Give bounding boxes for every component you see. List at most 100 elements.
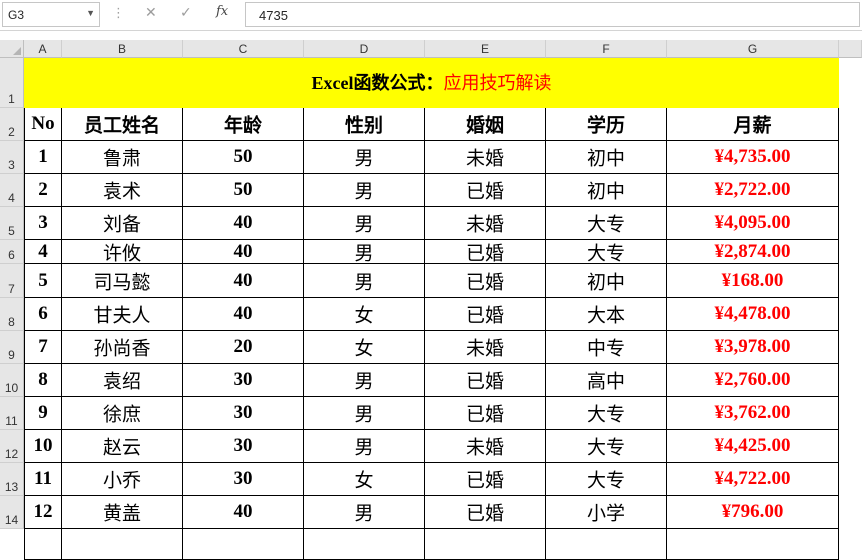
row-header-1[interactable]: 1 bbox=[0, 58, 24, 108]
cell-no[interactable]: 11 bbox=[24, 463, 62, 496]
column-header-e[interactable]: E bbox=[425, 40, 546, 58]
cell-marital[interactable]: 已婚 bbox=[425, 463, 546, 496]
cell-education[interactable]: 大专 bbox=[546, 463, 667, 496]
cell-salary[interactable]: ¥2,722.00 bbox=[667, 174, 839, 207]
row-header-8[interactable]: 8 bbox=[0, 298, 24, 331]
header-cell-gender[interactable]: 性别 bbox=[304, 108, 425, 141]
cell-education[interactable]: 初中 bbox=[546, 174, 667, 207]
cell-age[interactable]: 40 bbox=[183, 496, 304, 529]
cell-gender[interactable]: 男 bbox=[304, 174, 425, 207]
cell-marital[interactable]: 未婚 bbox=[425, 331, 546, 364]
header-cell-marital[interactable]: 婚姻 bbox=[425, 108, 546, 141]
cell-name[interactable]: 甘夫人 bbox=[62, 298, 183, 331]
row-header-9[interactable]: 9 bbox=[0, 331, 24, 364]
cell-gender[interactable]: 女 bbox=[304, 331, 425, 364]
cell-gender[interactable]: 男 bbox=[304, 496, 425, 529]
cell-marital[interactable]: 已婚 bbox=[425, 240, 546, 264]
cell-age[interactable]: 20 bbox=[183, 331, 304, 364]
header-cell-salary[interactable]: 月薪 bbox=[667, 108, 839, 141]
formula-input[interactable]: 4735 bbox=[245, 2, 860, 27]
check-icon[interactable]: ✓ bbox=[180, 5, 192, 19]
cell-no[interactable]: 5 bbox=[24, 264, 62, 298]
cell-no[interactable]: 12 bbox=[24, 496, 62, 529]
cell-name[interactable]: 刘备 bbox=[62, 207, 183, 240]
cell-education[interactable]: 初中 bbox=[546, 264, 667, 298]
column-header-g[interactable]: G bbox=[667, 40, 839, 58]
row-header-11[interactable]: 11 bbox=[0, 397, 24, 430]
row-header-4[interactable]: 4 bbox=[0, 174, 24, 207]
cell-gender[interactable]: 男 bbox=[304, 364, 425, 397]
column-header-c[interactable]: C bbox=[183, 40, 304, 58]
row-header-14[interactable]: 14 bbox=[0, 496, 24, 529]
cell-gender[interactable]: 男 bbox=[304, 397, 425, 430]
cell-marital[interactable]: 已婚 bbox=[425, 174, 546, 207]
cell-no[interactable]: 6 bbox=[24, 298, 62, 331]
header-cell-name[interactable]: 员工姓名 bbox=[62, 108, 183, 141]
cell-gender[interactable]: 女 bbox=[304, 463, 425, 496]
cell-marital[interactable]: 已婚 bbox=[425, 364, 546, 397]
cell-salary[interactable]: ¥4,095.00 bbox=[667, 207, 839, 240]
cell-salary[interactable]: ¥796.00 bbox=[667, 496, 839, 529]
row-header-5[interactable]: 5 bbox=[0, 207, 24, 240]
cell-gender[interactable]: 男 bbox=[304, 141, 425, 174]
cell-gender[interactable]: 男 bbox=[304, 264, 425, 298]
cell-age[interactable]: 30 bbox=[183, 430, 304, 463]
cell-row-13-age[interactable] bbox=[183, 529, 304, 560]
name-box[interactable]: G3 ▼ bbox=[2, 2, 100, 27]
cell-no[interactable]: 7 bbox=[24, 331, 62, 364]
column-header-a[interactable]: A bbox=[24, 40, 62, 58]
sheet-title[interactable]: Excel函数公式：应用技巧解读 bbox=[24, 58, 839, 108]
cell-education[interactable]: 小学 bbox=[546, 496, 667, 529]
cell-education[interactable]: 中专 bbox=[546, 331, 667, 364]
cell-no[interactable]: 8 bbox=[24, 364, 62, 397]
cell-gender[interactable]: 女 bbox=[304, 298, 425, 331]
header-cell-age[interactable]: 年龄 bbox=[183, 108, 304, 141]
header-cell-education[interactable]: 学历 bbox=[546, 108, 667, 141]
cell-salary[interactable]: ¥4,425.00 bbox=[667, 430, 839, 463]
cell-salary[interactable]: ¥3,762.00 bbox=[667, 397, 839, 430]
cell-gender[interactable]: 男 bbox=[304, 207, 425, 240]
cell-salary[interactable]: ¥2,760.00 bbox=[667, 364, 839, 397]
cell-age[interactable]: 30 bbox=[183, 463, 304, 496]
cell-salary[interactable]: ¥4,478.00 bbox=[667, 298, 839, 331]
cell-no[interactable]: 4 bbox=[24, 240, 62, 264]
cell-row-13-gender[interactable] bbox=[304, 529, 425, 560]
row-header-12[interactable]: 12 bbox=[0, 430, 24, 463]
cell-row-13-education[interactable] bbox=[546, 529, 667, 560]
cell-row-13-marital[interactable] bbox=[425, 529, 546, 560]
cell-name[interactable]: 徐庶 bbox=[62, 397, 183, 430]
cell-education[interactable]: 大专 bbox=[546, 397, 667, 430]
cell-name[interactable]: 司马懿 bbox=[62, 264, 183, 298]
row-header-2[interactable]: 2 bbox=[0, 108, 24, 141]
cell-age[interactable]: 40 bbox=[183, 298, 304, 331]
cell-salary[interactable]: ¥4,722.00 bbox=[667, 463, 839, 496]
cell-no[interactable]: 1 bbox=[24, 141, 62, 174]
cell-name[interactable]: 孙尚香 bbox=[62, 331, 183, 364]
row-header-3[interactable]: 3 bbox=[0, 141, 24, 174]
cell-marital[interactable]: 未婚 bbox=[425, 141, 546, 174]
cell-name[interactable]: 袁术 bbox=[62, 174, 183, 207]
cell-name[interactable]: 袁绍 bbox=[62, 364, 183, 397]
cell-education[interactable]: 大本 bbox=[546, 298, 667, 331]
cell-name[interactable]: 鲁肃 bbox=[62, 141, 183, 174]
cell-education[interactable]: 初中 bbox=[546, 141, 667, 174]
cell-gender[interactable]: 男 bbox=[304, 240, 425, 264]
column-header-h[interactable] bbox=[839, 40, 862, 58]
row-header-6[interactable]: 6 bbox=[0, 240, 24, 264]
cell-salary[interactable]: ¥168.00 bbox=[667, 264, 839, 298]
cell-age[interactable]: 50 bbox=[183, 141, 304, 174]
cell-marital[interactable]: 已婚 bbox=[425, 298, 546, 331]
cell-marital[interactable]: 已婚 bbox=[425, 397, 546, 430]
cell-age[interactable]: 30 bbox=[183, 397, 304, 430]
cell-marital[interactable]: 已婚 bbox=[425, 264, 546, 298]
row-header-10[interactable]: 10 bbox=[0, 364, 24, 397]
cell-education[interactable]: 高中 bbox=[546, 364, 667, 397]
cell-age[interactable]: 30 bbox=[183, 364, 304, 397]
cell-no[interactable]: 2 bbox=[24, 174, 62, 207]
cell-age[interactable]: 40 bbox=[183, 207, 304, 240]
cell-age[interactable]: 40 bbox=[183, 240, 304, 264]
chevron-down-icon[interactable]: ▼ bbox=[86, 8, 95, 18]
cell-age[interactable]: 40 bbox=[183, 264, 304, 298]
cell-name[interactable]: 黄盖 bbox=[62, 496, 183, 529]
cell-row-13-salary[interactable] bbox=[667, 529, 839, 560]
